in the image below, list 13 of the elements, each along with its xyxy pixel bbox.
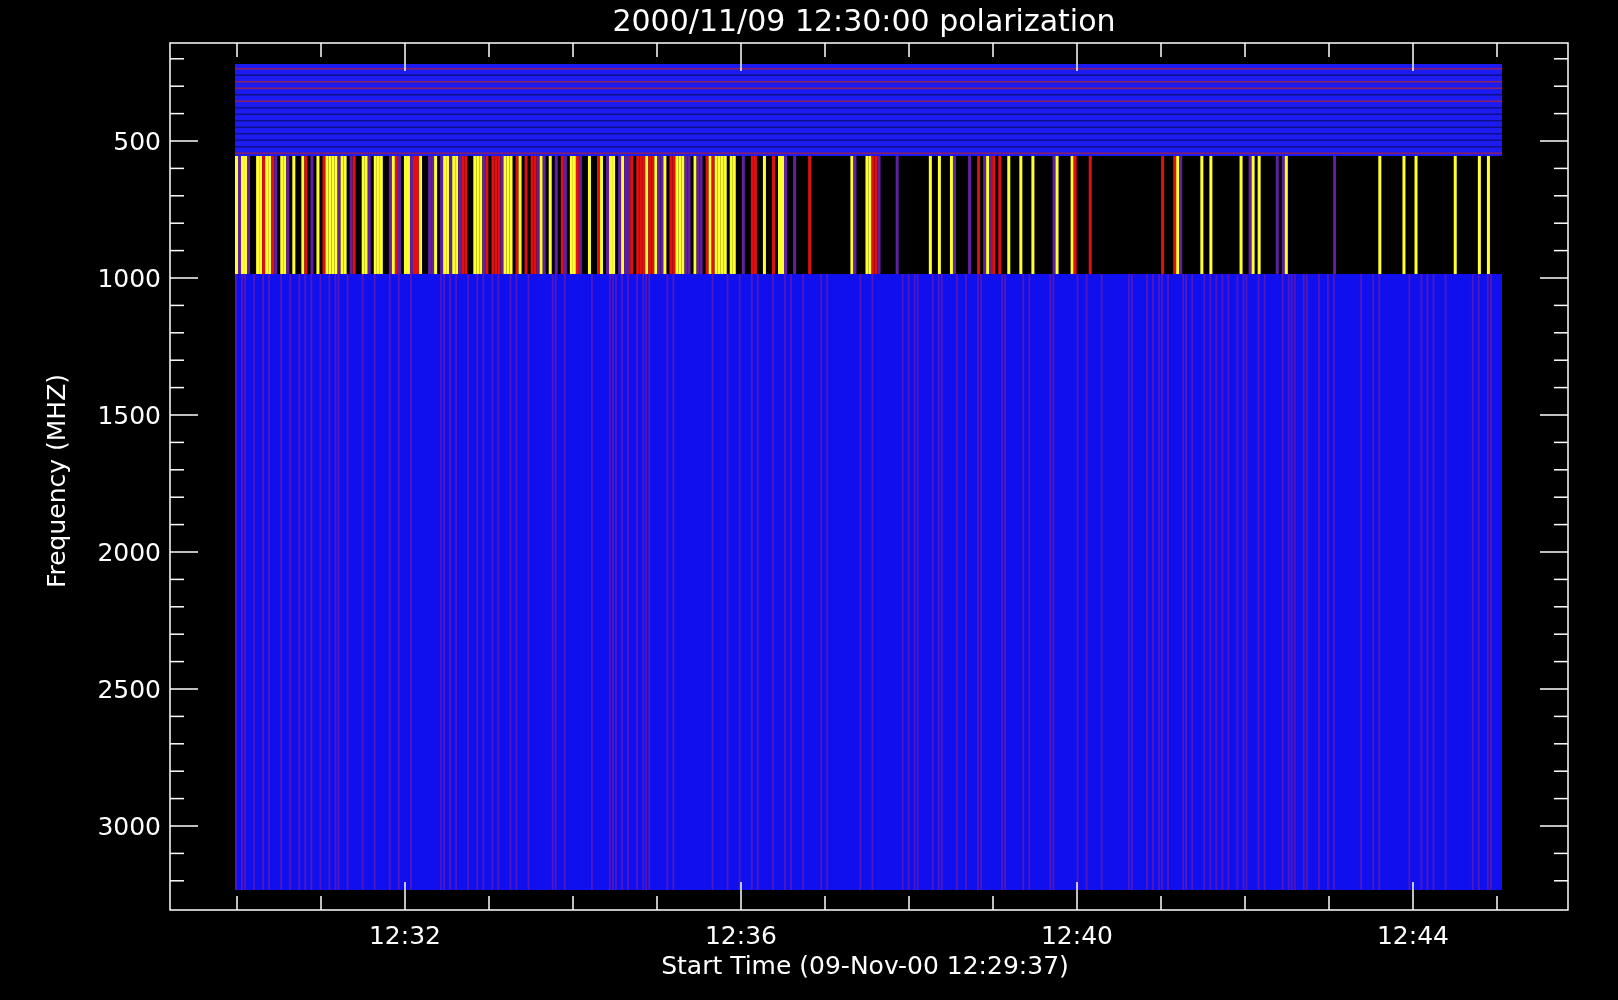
y-tick-label: 1500: [97, 401, 161, 430]
plot-title: 2000/11/09 12:30:00 polarization: [612, 3, 1116, 38]
x-tick-label: 12:44: [1377, 921, 1449, 950]
y-tick-label: 500: [113, 127, 161, 156]
y-tick-label: 2000: [97, 538, 161, 567]
x-tick-label: 12:40: [1041, 921, 1113, 950]
y-axis-label: Frequency (MHZ): [42, 373, 71, 589]
y-tick-label: 1000: [97, 264, 161, 293]
x-tick-label: 12:32: [369, 921, 441, 950]
y-tick-label: 3000: [97, 812, 161, 841]
y-tick-label: 2500: [97, 675, 161, 704]
x-axis-label: Start Time (09-Nov-00 12:29:37): [661, 951, 1069, 980]
x-tick-label: 12:36: [705, 921, 777, 950]
